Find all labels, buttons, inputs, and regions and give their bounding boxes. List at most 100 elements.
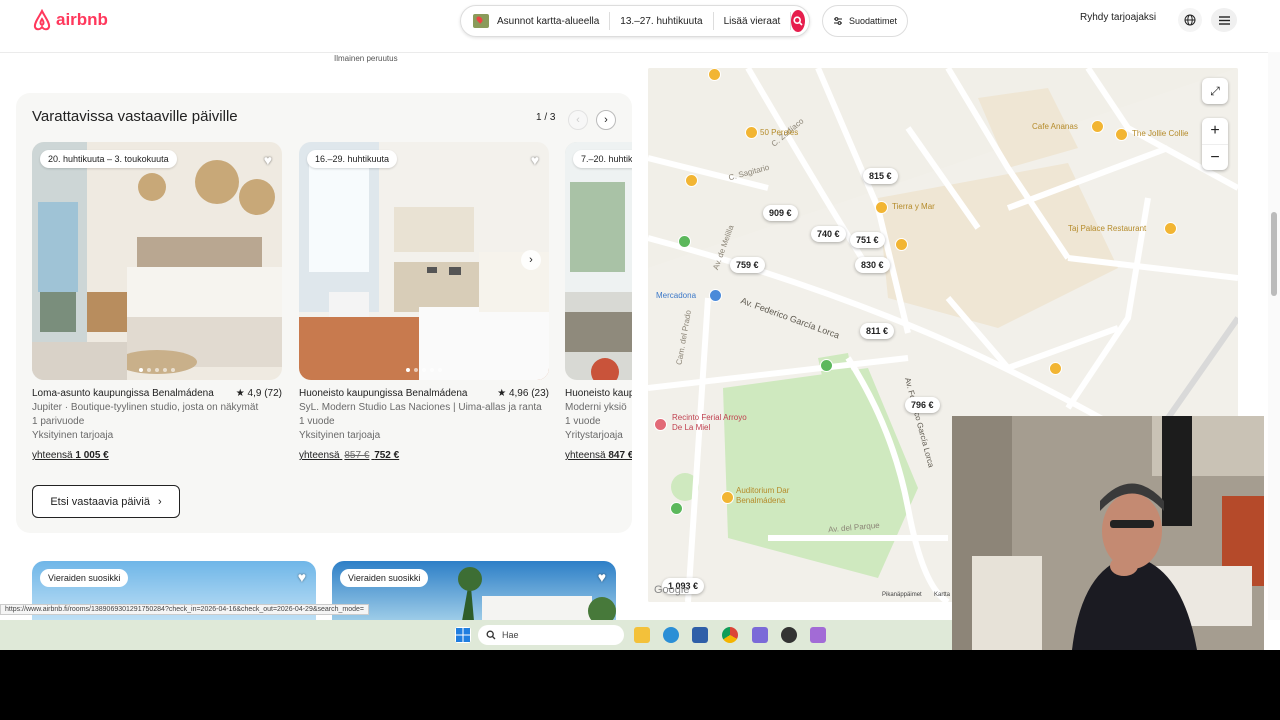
map-zoom-controls: + −: [1202, 118, 1228, 170]
taskbar-search[interactable]: Hae: [478, 625, 624, 645]
wishlist-heart-icon[interactable]: ♥: [264, 152, 272, 168]
logo-text: airbnb: [56, 10, 108, 29]
price-pin[interactable]: 759 €: [730, 257, 765, 273]
chevron-right-icon: ›: [158, 495, 162, 508]
search-location[interactable]: Asunnot kartta-alueella: [461, 12, 611, 30]
taj-palace-label[interactable]: Taj Palace Restaurant: [1068, 224, 1146, 233]
restaurant-poi-icon[interactable]: [1115, 128, 1128, 141]
photos-icon[interactable]: [752, 627, 768, 643]
find-matching-dates-button[interactable]: Etsi vastaavia päiviä ›: [32, 485, 180, 518]
restaurant-poi-icon[interactable]: [721, 491, 734, 504]
wishlist-heart-icon[interactable]: ♥: [298, 569, 306, 585]
search-bar[interactable]: Asunnot kartta-alueella 13.–27. huhtikuu…: [460, 5, 810, 37]
restaurant-poi-icon[interactable]: [708, 68, 721, 81]
restaurant-poi-icon[interactable]: [895, 238, 908, 251]
listing-beds: 1 parivuode: [32, 416, 85, 427]
mercadona-label[interactable]: Mercadona: [656, 291, 696, 300]
price-value: 752 €: [374, 450, 400, 461]
price-pin[interactable]: 909 €: [763, 205, 798, 221]
letterbox-bar: [0, 650, 1280, 720]
language-button[interactable]: [1178, 8, 1202, 32]
page-scrollbar[interactable]: [1268, 52, 1280, 620]
wishlist-heart-icon[interactable]: ♥: [531, 152, 539, 168]
carousel-prev-button[interactable]: ‹: [568, 110, 588, 130]
restaurant-poi-icon[interactable]: [1091, 120, 1104, 133]
site-header: airbnb Asunnot kartta-alueella 13.–27. h…: [0, 0, 1280, 53]
listing-price[interactable]: yhteensä 857 € 752 €: [299, 450, 549, 461]
price-pin[interactable]: 796 €: [905, 397, 940, 413]
listing-photo[interactable]: 20. huhtikuuta – 3. toukokuuta ♥: [32, 142, 282, 380]
zoom-out-button[interactable]: −: [1202, 145, 1228, 171]
listing-photo[interactable]: 16.–29. huhtikuuta ♥ ›: [299, 142, 549, 380]
become-host-link[interactable]: Ryhdy tarjoajaksi: [1080, 12, 1156, 23]
restaurant-poi-icon[interactable]: [685, 174, 698, 187]
listing-photo[interactable]: 7.–20. huhtikuuta: [565, 142, 632, 380]
price-pin[interactable]: 811 €: [860, 323, 895, 339]
venue-poi-icon[interactable]: [654, 418, 667, 431]
keyboard-shortcuts-link[interactable]: Pikanäppäimet: [882, 592, 922, 598]
app-icon[interactable]: [781, 627, 797, 643]
price-value: 847 €: [608, 450, 632, 461]
hamburger-icon: [1218, 15, 1230, 25]
peroles-label[interactable]: 50 Peroles: [760, 128, 798, 137]
price-pin[interactable]: 751 €: [850, 232, 885, 248]
carousel-next-button[interactable]: ›: [596, 110, 616, 130]
os-taskbar: Hae: [0, 620, 952, 650]
listing-host-type: Yritystarjoaja: [565, 430, 623, 441]
price-label: yhteensä: [565, 450, 606, 461]
guest-favorite-badge: Vieraiden suosikki: [340, 569, 429, 587]
file-explorer-icon[interactable]: [634, 627, 650, 643]
filters-button[interactable]: Suodattimet: [822, 5, 908, 37]
restaurant-poi-icon[interactable]: [875, 201, 888, 214]
listing-host-type: Yksityinen tarjoaja: [299, 430, 381, 441]
search-location-label: Asunnot kartta-alueella: [497, 15, 600, 27]
park-poi-icon[interactable]: [678, 235, 691, 248]
restaurant-poi-icon[interactable]: [1164, 222, 1177, 235]
map-expand-button[interactable]: ⤢: [1202, 78, 1228, 104]
price-pin[interactable]: 830 €: [855, 257, 890, 273]
photo-next-button[interactable]: ›: [521, 250, 541, 270]
auditorium-label[interactable]: Auditorium Dar Benalmádena: [736, 486, 816, 506]
airbnb-logo[interactable]: airbnb: [32, 9, 108, 31]
edge-browser-icon[interactable]: [663, 627, 679, 643]
listing-rating: ★ 4,96 (23): [497, 388, 549, 399]
search-guests[interactable]: Lisää vieraat: [714, 12, 792, 30]
park-poi-icon[interactable]: [820, 359, 833, 372]
map-data-link[interactable]: Kartta: [934, 592, 950, 598]
price-pin[interactable]: 740 €: [811, 226, 846, 242]
search-dates[interactable]: 13.–27. huhtikuuta: [610, 12, 714, 30]
webcam-overlay: [952, 416, 1264, 650]
snipping-tool-icon[interactable]: [810, 627, 826, 643]
recinto-ferial-label[interactable]: Recinto Ferial Arroyo De La Miel: [672, 413, 752, 433]
browser-viewport: airbnb Asunnot kartta-alueella 13.–27. h…: [0, 0, 1280, 650]
scrollbar-thumb[interactable]: [1271, 212, 1277, 296]
restaurant-poi-icon[interactable]: [1049, 362, 1062, 375]
store-icon[interactable]: [692, 627, 708, 643]
listing-card[interactable]: 16.–29. huhtikuuta ♥ › Huoneisto kaupung…: [299, 142, 549, 461]
shopping-poi-icon[interactable]: [709, 289, 722, 302]
windows-start-icon[interactable]: [455, 627, 471, 643]
jollie-collie-label[interactable]: The Jollie Collie: [1132, 129, 1188, 138]
listing-price[interactable]: yhteensä 1 005 €: [32, 450, 282, 461]
date-badge: 7.–20. huhtikuuta: [573, 150, 632, 168]
webcam-video: [952, 416, 1264, 650]
zoom-in-button[interactable]: +: [1202, 118, 1228, 145]
menu-button[interactable]: [1211, 8, 1237, 32]
listing-card[interactable]: 20. huhtikuuta – 3. toukokuuta ♥ Loma-as…: [32, 142, 282, 461]
living-room-photo: [565, 142, 632, 380]
listing-card[interactable]: Vieraiden suosikki ♥: [332, 561, 616, 621]
listing-card[interactable]: 7.–20. huhtikuuta Huoneisto kaupungissa …: [565, 142, 632, 461]
section-title: Varattavissa vastaaville päiville: [32, 108, 238, 125]
park-poi-icon[interactable]: [670, 502, 683, 515]
listing-price[interactable]: yhteensä 847 €: [565, 450, 632, 461]
chrome-icon[interactable]: [722, 627, 738, 643]
restaurant-poi-icon[interactable]: [745, 126, 758, 139]
globe-icon: [1184, 14, 1196, 26]
wishlist-heart-icon[interactable]: ♥: [598, 569, 606, 585]
tierra-y-mar-label[interactable]: Tierra y Mar: [892, 202, 935, 211]
photo-dots: [139, 368, 175, 372]
search-button[interactable]: [791, 10, 805, 32]
cafe-ananas-label[interactable]: Cafe Ananas: [1032, 122, 1078, 131]
price-pin[interactable]: 815 €: [863, 168, 898, 184]
plus-icon: +: [1210, 122, 1220, 139]
